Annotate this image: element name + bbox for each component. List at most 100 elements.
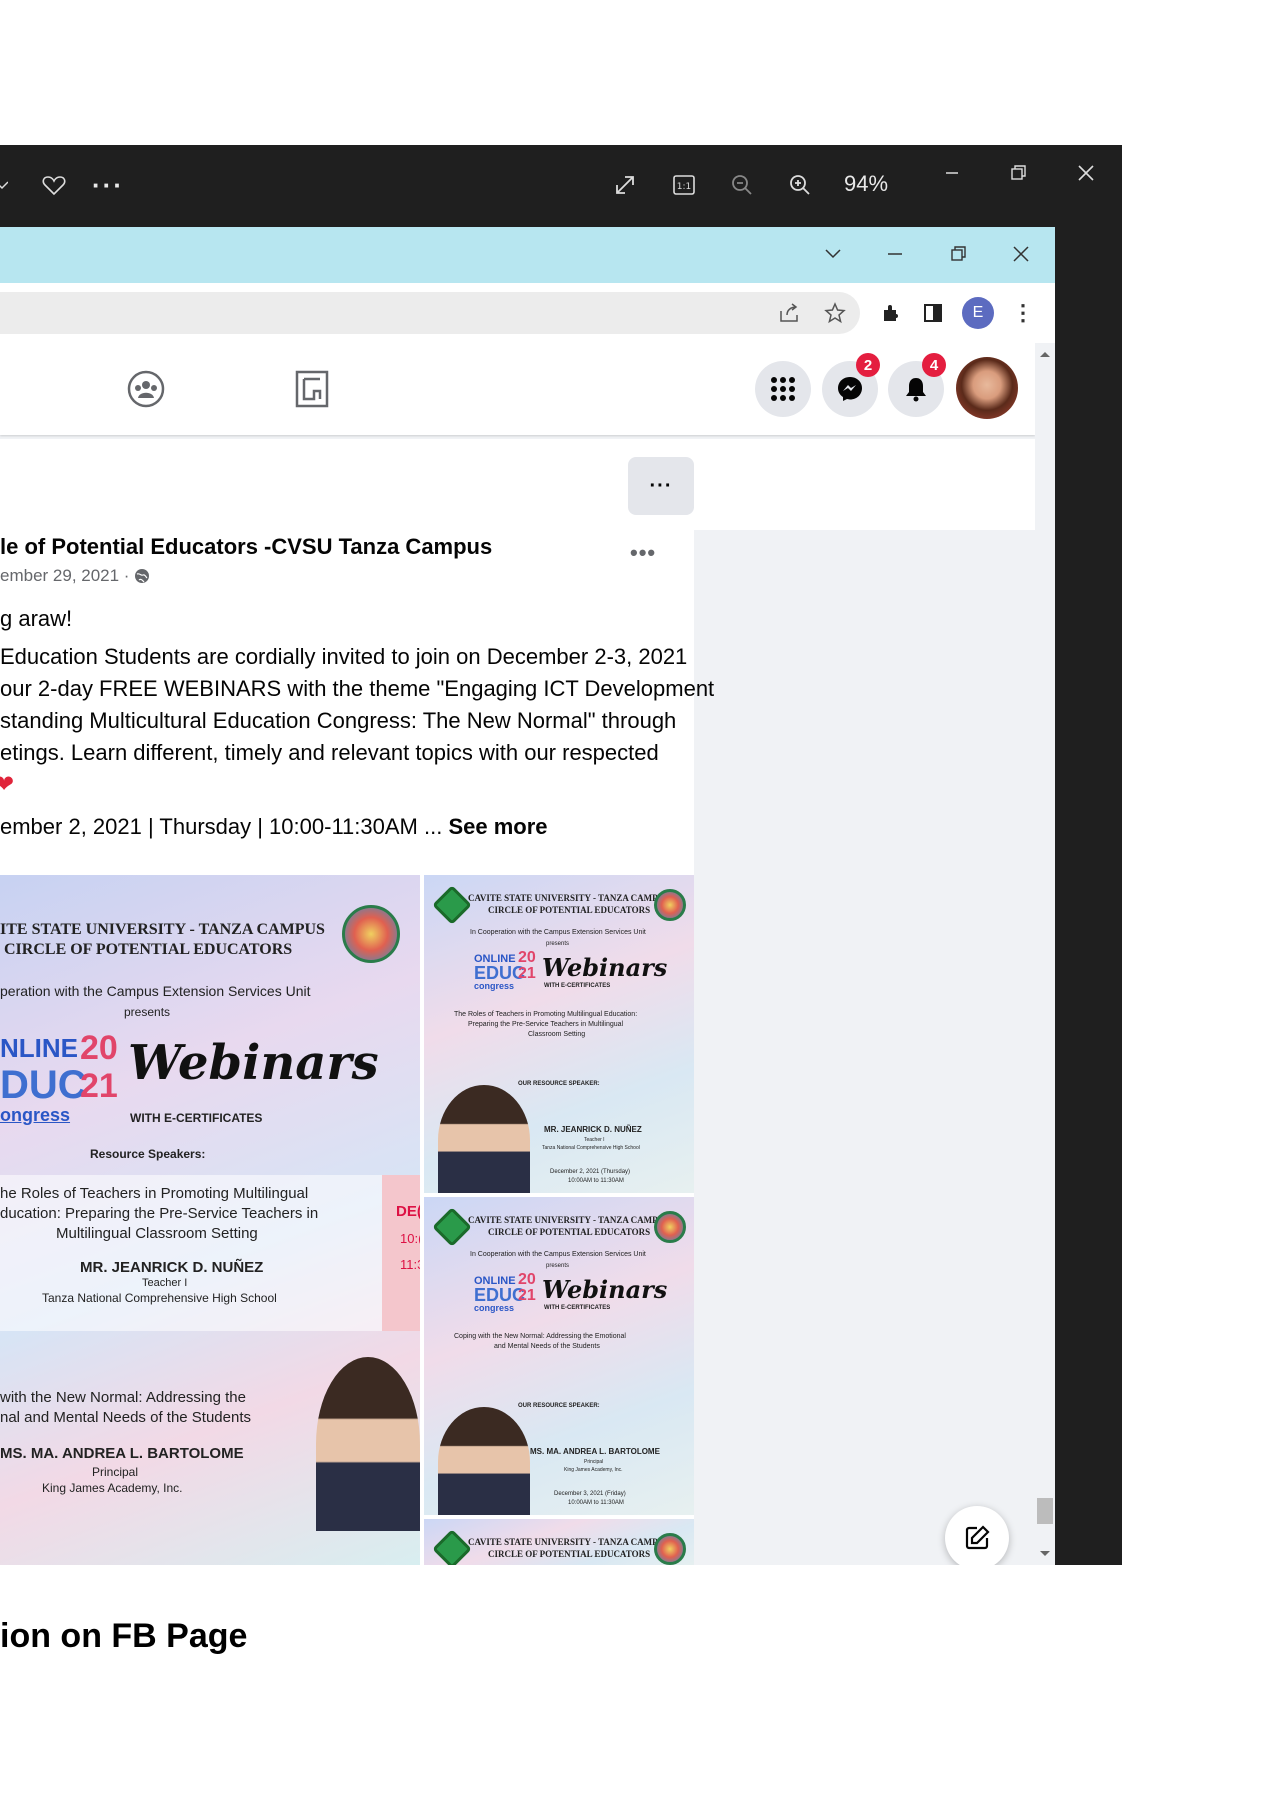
scroll-thumb[interactable] — [1037, 1498, 1053, 1524]
close-icon[interactable] — [1006, 239, 1036, 269]
facebook-top-nav: 2 4 — [0, 343, 1035, 435]
poster-webinars: Webinars — [542, 1275, 668, 1304]
poster-speaker1-role: Teacher I — [142, 1277, 188, 1289]
poster-university: CAVITE STATE UNIVERSITY - TANZA CAMPUS — [468, 1537, 670, 1547]
restore-icon[interactable] — [998, 153, 1038, 193]
poster-side-text: 11:3 — [400, 1257, 420, 1272]
globe-icon — [135, 569, 150, 583]
see-more-link[interactable]: See more — [448, 814, 547, 839]
post-text-line: etings. Learn different, timely and rele… — [0, 740, 659, 765]
browser-menu-icon[interactable]: ⋮ — [1008, 298, 1038, 328]
messenger-button[interactable]: 2 — [822, 353, 880, 417]
poster-time: 10:00AM to 11:30AM — [568, 1500, 624, 1506]
zoom-level: 94% — [844, 171, 889, 196]
poster-org: CIRCLE OF POTENTIAL EDUCATORS — [488, 905, 651, 915]
groups-icon[interactable] — [122, 365, 170, 413]
post-text-line: g araw! — [0, 606, 73, 631]
poster-presents: presents — [546, 941, 570, 947]
poster-speaker: MR. JEANRICK D. NUÑEZ — [544, 1125, 642, 1134]
notifications-button[interactable]: 4 — [888, 353, 946, 417]
poster-topic-line: Coping with the New Normal: Addressing t… — [454, 1333, 626, 1340]
restore-icon[interactable] — [943, 239, 973, 269]
poster-university: ITE STATE UNIVERSITY - TANZA CAMPUS — [0, 921, 325, 938]
scroll-down-icon[interactable] — [1035, 1547, 1055, 1561]
page-more-button[interactable]: ··· — [628, 457, 694, 515]
bookmark-star-icon[interactable] — [820, 298, 850, 328]
cope-logo — [654, 1533, 686, 1565]
messenger-icon — [838, 377, 862, 401]
poster-coop: In Cooperation with the Campus Extension… — [470, 1251, 646, 1258]
chevron-down-icon[interactable] — [0, 165, 12, 205]
poster-cert: WITH E-CERTIFICATES — [544, 1305, 611, 1311]
poster-topic1-line: ducation: Preparing the Pre-Service Teac… — [0, 1205, 319, 1222]
expand-icon[interactable] — [605, 165, 645, 205]
close-icon[interactable] — [1066, 153, 1106, 193]
poster-congress: ongress — [0, 1105, 71, 1125]
poster-topic1-line: he Roles of Teachers in Promoting Multil… — [0, 1185, 309, 1202]
extensions-icon[interactable] — [876, 298, 906, 328]
speaker2-photo — [438, 1407, 530, 1515]
post-options-button[interactable]: ••• — [630, 540, 656, 566]
poster-resource: OUR RESOURCE SPEAKER: — [518, 1081, 600, 1087]
zoom-out-icon[interactable] — [722, 165, 762, 205]
poster-date: December 2, 2021 (Thursday) — [550, 1169, 631, 1175]
poster-topic2-line: with the New Normal: Addressing the — [0, 1389, 246, 1406]
post-text-line: standing Multicultural Education Congres… — [0, 708, 677, 733]
poster-side-text: 10:( — [400, 1231, 420, 1246]
post-image-side-2[interactable]: CAVITE STATE UNIVERSITY - TANZA CAMPUS C… — [424, 1197, 694, 1515]
zoom-in-icon[interactable] — [780, 165, 820, 205]
account-avatar[interactable] — [956, 357, 1018, 419]
minimize-icon[interactable] — [932, 153, 972, 193]
poster-topic1-line: Multilingual Classroom Setting — [56, 1225, 258, 1242]
poster-speaker: MS. MA. ANDREA L. BARTOLOME — [530, 1447, 660, 1456]
post-image-side-1[interactable]: CAVITE STATE UNIVERSITY - TANZA CAMPUS C… — [424, 875, 694, 1193]
poster-speaker2: MS. MA. ANDREA L. BARTOLOME — [0, 1445, 244, 1462]
minimize-icon[interactable] — [880, 239, 910, 269]
menu-grid-button[interactable] — [755, 361, 811, 417]
tab-search-icon[interactable] — [818, 239, 848, 269]
post-date[interactable]: ember 29, 2021 · — [0, 566, 150, 586]
share-icon[interactable] — [775, 298, 805, 328]
address-bar: E ⋮ — [0, 283, 1055, 344]
poster-presents: presents — [546, 1263, 570, 1269]
poster-speaker2-school: King James Academy, Inc. — [42, 1481, 183, 1495]
svg-text:1:1: 1:1 — [677, 182, 691, 192]
bell-icon — [906, 378, 926, 402]
more-icon[interactable]: ··· — [88, 165, 128, 205]
poster-webinars: Webinars — [128, 1035, 379, 1091]
side-panel-icon[interactable] — [918, 298, 948, 328]
poster-online: NLINE — [0, 1033, 78, 1063]
gaming-icon[interactable] — [288, 365, 336, 413]
poster-congress: congress — [474, 981, 515, 991]
poster-resource: OUR RESOURCE SPEAKER: — [518, 1403, 600, 1409]
poster-date: December 3, 2021 (Friday) — [554, 1491, 626, 1497]
poster-role: Principal — [584, 1459, 604, 1465]
post-date-text: ember 29, 2021 · — [0, 566, 130, 585]
page-scrollbar[interactable] — [1035, 343, 1055, 1565]
poster-school: King James Academy, Inc. — [564, 1467, 623, 1473]
actual-size-icon[interactable]: 1:1 — [664, 165, 704, 205]
profile-avatar[interactable]: E — [962, 297, 994, 329]
poster-educ: DUC — [0, 1063, 87, 1107]
post-author[interactable]: le of Potential Educators -CVSU Tanza Ca… — [0, 534, 492, 560]
speaker1-photo — [438, 1085, 530, 1193]
post-image-main[interactable]: ITE STATE UNIVERSITY - TANZA CAMPUS CIRC… — [0, 875, 420, 1565]
university-logo — [432, 885, 472, 925]
poster-side-text: DE( — [396, 1203, 420, 1220]
post-image-side-3[interactable]: CAVITE STATE UNIVERSITY - TANZA CAMPUS C… — [424, 1519, 694, 1565]
poster-resource-speakers: Resource Speakers: — [90, 1147, 206, 1161]
poster-coop: In Cooperation with the Campus Extension… — [470, 929, 646, 936]
scroll-up-icon[interactable] — [1035, 347, 1055, 361]
heart-icon[interactable] — [34, 165, 74, 205]
poster-speaker2-role: Principal — [92, 1465, 139, 1479]
poster-webinars: Webinars — [542, 953, 668, 982]
messenger-badge: 2 — [856, 353, 880, 377]
new-message-button[interactable] — [945, 1506, 1009, 1565]
omnibox[interactable] — [0, 292, 860, 334]
post-schedule-line: ember 2, 2021 | Thursday | 10:00-11:30AM… — [0, 814, 548, 840]
poster-presents: presents — [124, 1005, 171, 1019]
poster-year-bottom: 21 — [80, 1067, 118, 1105]
poster-coop: peration with the Campus Extension Servi… — [0, 983, 311, 999]
poster-speaker1-school: Tanza National Comprehensive High School — [42, 1291, 277, 1305]
poster-topic-line: Classroom Setting — [528, 1031, 586, 1038]
